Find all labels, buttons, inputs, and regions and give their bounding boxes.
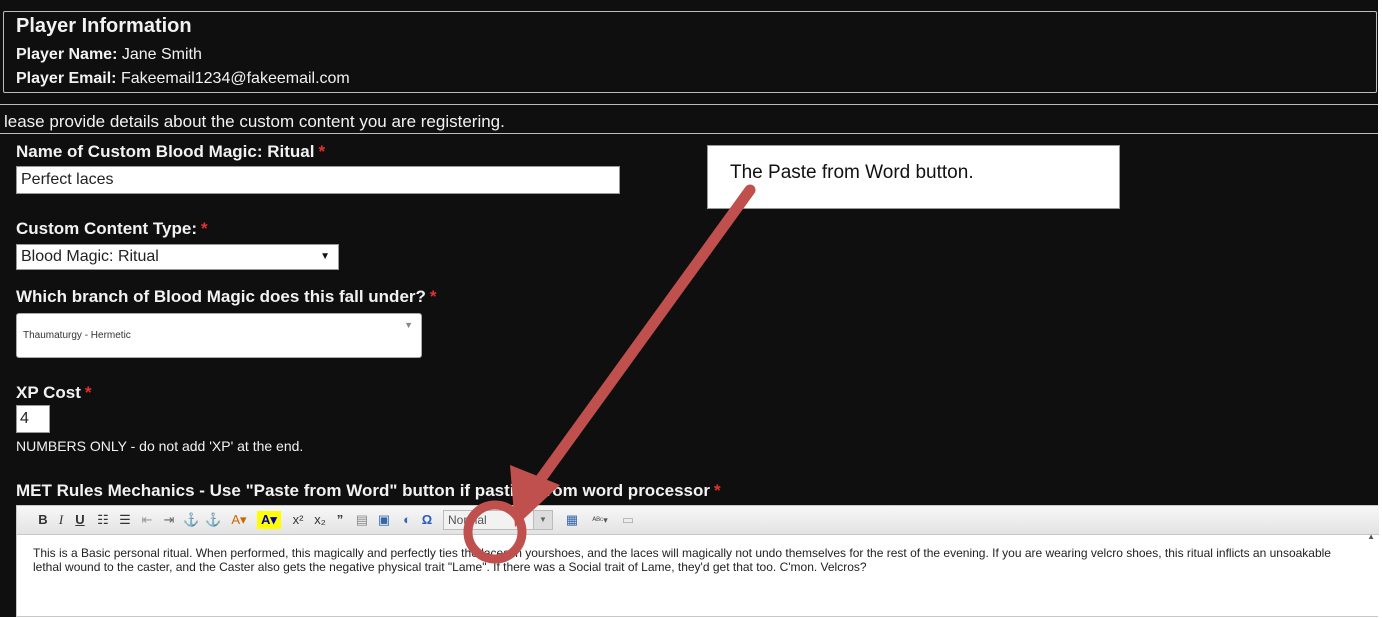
required-marker: * <box>429 287 437 306</box>
branch-label-text: Which branch of Blood Magic does this fa… <box>16 287 426 306</box>
bg-color-button[interactable]: A▾ <box>257 511 281 529</box>
required-marker: * <box>714 481 721 500</box>
unlink-button[interactable]: ⚓ <box>205 511 221 529</box>
underline-button[interactable]: U <box>73 511 87 529</box>
required-marker: * <box>318 142 326 161</box>
outdent-button[interactable]: ⇤ <box>139 511 155 529</box>
required-marker: * <box>201 219 208 238</box>
player-email-label: Player Email: <box>16 70 117 87</box>
horizontal-rule-button[interactable]: ▭ <box>619 511 637 529</box>
table-button[interactable]: ▦ <box>563 511 581 529</box>
mechanics-label: MET Rules Mechanics - Use "Paste from Wo… <box>16 481 721 501</box>
custom-name-label-text: Name of Custom Blood Magic: Ritual <box>16 142 315 161</box>
player-name-line: Player Name: Jane Smith <box>16 46 202 64</box>
custom-name-label: Name of Custom Blood Magic: Ritual * <box>16 142 325 162</box>
bulleted-list-button[interactable]: ☰ <box>117 511 133 529</box>
xp-cost-label: XP Cost * <box>16 383 92 403</box>
instructions-text: lease provide details about the custom c… <box>4 112 505 131</box>
rich-text-editor: B I U ☷ ☰ ⇤ ⇥ ⚓ ⚓ A▾ A▾ x² x₂ ” ▤ ▣ ◐ Ω … <box>16 505 1379 618</box>
mechanics-label-text: MET Rules Mechanics - Use "Paste from Wo… <box>16 481 711 500</box>
divider <box>0 104 1378 105</box>
branch-select[interactable]: Thaumaturgy - Hermetic ▼ <box>16 313 422 358</box>
divider <box>0 133 1378 134</box>
player-information-legend: Player Information <box>13 15 196 38</box>
blockquote-button[interactable]: ” <box>333 511 347 529</box>
clear-format-button[interactable]: ◐ <box>399 511 415 529</box>
dropdown-arrow-icon: ▼ <box>320 251 330 262</box>
content-type-select[interactable]: Blood Magic: Ritual ▼ <box>16 244 339 270</box>
superscript-button[interactable]: x² <box>289 511 307 529</box>
editor-content[interactable]: This is a Basic personal ritual. When pe… <box>17 536 1375 618</box>
italic-button[interactable]: I <box>55 511 67 529</box>
text-color-button[interactable]: A▾ <box>227 511 251 529</box>
spellcheck-button[interactable]: ᴬᴮᶜ▾ <box>587 511 613 529</box>
dropdown-arrow-icon: ▼ <box>404 320 413 330</box>
player-name-value: Jane Smith <box>121 46 202 63</box>
format-select[interactable]: Normal ▼ <box>443 510 553 530</box>
player-name-label: Player Name: <box>16 46 118 63</box>
paste-text-button[interactable]: ▤ <box>353 511 371 529</box>
xp-cost-input[interactable]: 4 <box>16 405 50 433</box>
required-marker: * <box>84 383 92 402</box>
format-value: Normal <box>448 513 487 527</box>
bold-button[interactable]: B <box>37 511 49 529</box>
registration-form: Player Information Player Name: Jane Smi… <box>0 0 1379 618</box>
content-type-selected: Blood Magic: Ritual <box>21 248 159 265</box>
numbered-list-button[interactable]: ☷ <box>95 511 111 529</box>
xp-cost-label-text: XP Cost <box>16 383 81 402</box>
indent-button[interactable]: ⇥ <box>161 511 177 529</box>
branch-label: Which branch of Blood Magic does this fa… <box>16 287 437 307</box>
chevron-down-icon: ▼ <box>533 511 552 529</box>
xp-help-text: NUMBERS ONLY - do not add 'XP' at the en… <box>16 438 304 454</box>
link-button[interactable]: ⚓ <box>183 511 199 529</box>
custom-name-input[interactable]: Perfect laces <box>16 166 620 194</box>
player-email-value: Fakeemail1234@fakeemail.com <box>120 70 350 87</box>
paste-from-word-button[interactable]: ▣ <box>375 511 393 529</box>
annotation-callout: The Paste from Word button. <box>707 145 1120 209</box>
branch-selected: Thaumaturgy - Hermetic <box>23 330 131 341</box>
content-type-label: Custom Content Type: * <box>16 219 208 239</box>
subscript-button[interactable]: x₂ <box>311 511 329 529</box>
special-char-button[interactable]: Ω <box>419 511 435 529</box>
content-type-label-text: Custom Content Type: <box>16 219 198 238</box>
editor-toolbar: B I U ☷ ☰ ⇤ ⇥ ⚓ ⚓ A▾ A▾ x² x₂ ” ▤ ▣ ◐ Ω … <box>17 506 1379 541</box>
player-email-line: Player Email: Fakeemail1234@fakeemail.co… <box>16 70 350 88</box>
